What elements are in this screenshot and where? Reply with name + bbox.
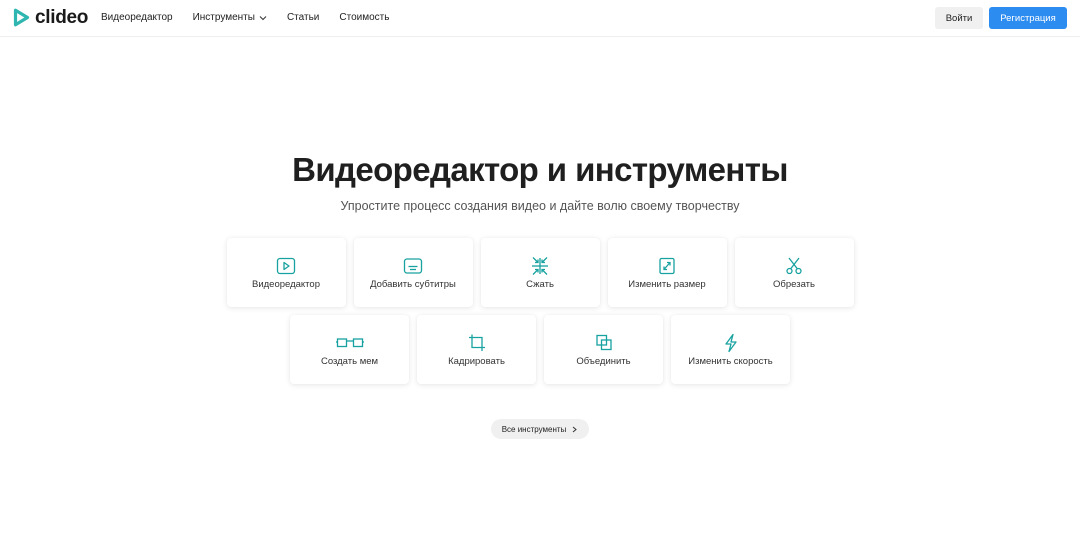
chevron-down-icon xyxy=(259,15,267,20)
tool-card-add-subtitles[interactable]: Добавить субтитры xyxy=(353,238,473,307)
tool-card-video-editor[interactable]: Видеоредактор xyxy=(226,238,346,307)
tool-card-compress[interactable]: Сжать xyxy=(480,238,600,307)
lightning-icon xyxy=(721,333,741,353)
all-tools-label: Все инструменты xyxy=(501,424,567,434)
nav-item-articles[interactable]: Статьи xyxy=(287,12,319,23)
login-button[interactable]: Войти xyxy=(935,7,983,29)
compress-icon xyxy=(530,257,550,275)
tool-label: Кадрировать xyxy=(448,356,505,367)
logo[interactable]: clideo xyxy=(13,8,88,27)
meme-icon xyxy=(335,334,364,352)
register-button[interactable]: Регистрация xyxy=(989,7,1067,29)
tool-label: Сжать xyxy=(526,279,554,290)
tool-card-change-speed[interactable]: Изменить скорость xyxy=(671,315,790,384)
main-nav: Видеоредактор Инструменты Статьи Стоимос… xyxy=(101,12,409,23)
merge-icon xyxy=(594,334,614,352)
nav-item-video-editor[interactable]: Видеоредактор xyxy=(101,12,173,23)
tool-card-crop[interactable]: Кадрировать xyxy=(417,315,536,384)
tool-card-merge[interactable]: Объединить xyxy=(544,315,663,384)
tool-label: Создать мем xyxy=(320,356,379,367)
crop-icon xyxy=(467,334,487,352)
nav-item-label: Инструменты xyxy=(192,12,255,23)
nav-item-label: Стоимость xyxy=(339,12,390,23)
nav-item-pricing[interactable]: Стоимость xyxy=(339,12,389,23)
tools-row: Создать мем Кадрировать Объединить Измен… xyxy=(0,315,1080,384)
tool-card-cut[interactable]: Обрезать xyxy=(734,238,854,307)
page-title: Видеоредактор и инструменты xyxy=(292,151,788,188)
resize-icon xyxy=(657,257,677,275)
chevron-right-icon xyxy=(572,426,578,432)
tool-label: Изменить скорость xyxy=(688,356,773,367)
tool-label: Обрезать xyxy=(773,279,815,290)
page-subtitle: Упростите процесс создания видео и дайте… xyxy=(340,199,740,213)
tool-card-create-meme[interactable]: Создать мем xyxy=(290,315,409,384)
tool-card-resize[interactable]: Изменить размер xyxy=(607,238,727,307)
tools-row: Видеоредактор Добавить субтитры Сжать Из… xyxy=(0,238,1080,307)
header: clideo Видеоредактор Инструменты Статьи … xyxy=(0,0,1080,37)
logo-play-icon xyxy=(13,8,30,27)
scissors-icon xyxy=(784,257,804,275)
nav-item-label: Статьи xyxy=(286,12,320,23)
tool-label: Видеоредактор xyxy=(251,279,320,290)
nav-item-tools[interactable]: Инструменты xyxy=(193,12,267,23)
subtitles-icon xyxy=(403,257,423,275)
play-icon xyxy=(276,257,296,275)
tool-label: Изменить размер xyxy=(628,279,706,290)
logo-text: clideo xyxy=(35,7,89,28)
tool-label: Добавить субтитры xyxy=(370,279,456,290)
all-tools-button[interactable]: Все инструменты xyxy=(491,419,589,439)
nav-item-label: Видеоредактор xyxy=(101,12,173,23)
tool-label: Объединить xyxy=(576,356,631,367)
